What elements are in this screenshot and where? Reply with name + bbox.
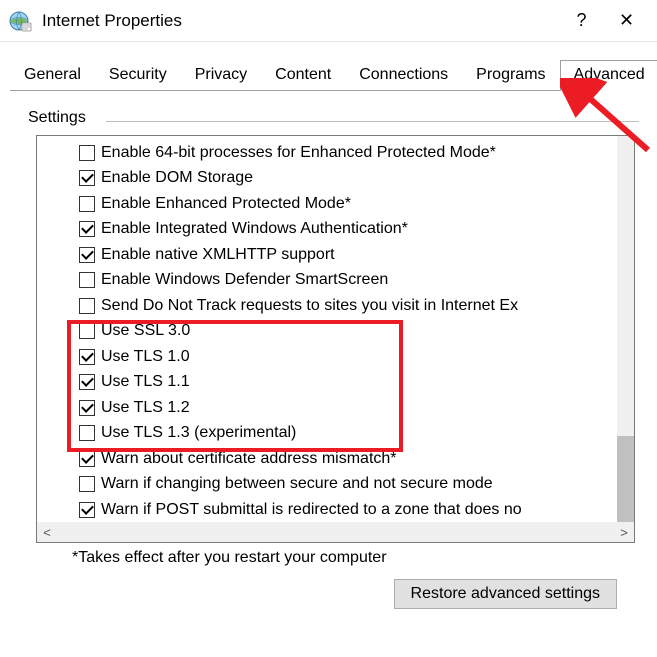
tab-content[interactable]: Content xyxy=(261,60,345,90)
list-item[interactable]: Enable Windows Defender SmartScreen xyxy=(37,268,617,294)
restore-advanced-settings-button[interactable]: Restore advanced settings xyxy=(394,579,617,609)
settings-footnote: *Takes effect after you restart your com… xyxy=(72,549,639,567)
scroll-right-icon[interactable]: > xyxy=(614,525,634,540)
list-item[interactable]: Use SSL 3.0 xyxy=(37,319,617,345)
list-item-label: Use TLS 1.3 (experimental) xyxy=(101,424,296,442)
list-item-label: Enable Integrated Windows Authentication… xyxy=(101,220,408,238)
tab-privacy[interactable]: Privacy xyxy=(181,60,261,90)
checkbox[interactable] xyxy=(79,323,95,339)
list-item[interactable]: Enable 64-bit processes for Enhanced Pro… xyxy=(37,140,617,166)
list-item-label: Use TLS 1.2 xyxy=(101,399,190,417)
scroll-left-icon[interactable]: < xyxy=(37,525,57,540)
list-item-label: Warn if POST submittal is redirected to … xyxy=(101,501,522,519)
help-button[interactable]: ? xyxy=(559,0,604,41)
scrollbar-thumb-horizontal[interactable] xyxy=(57,522,614,542)
checkbox[interactable] xyxy=(79,298,95,314)
list-item[interactable]: Enable Enhanced Protected Mode* xyxy=(37,191,617,217)
checkbox[interactable] xyxy=(79,451,95,467)
list-item-label: Enable Enhanced Protected Mode* xyxy=(101,195,351,213)
scrollbar-thumb-vertical[interactable] xyxy=(617,436,634,526)
tab-general[interactable]: General xyxy=(10,60,95,90)
list-item[interactable]: Use TLS 1.1 xyxy=(37,370,617,396)
list-item-label: Warn if changing between secure and not … xyxy=(101,475,493,493)
tab-programs[interactable]: Programs xyxy=(462,60,559,90)
list-item[interactable]: Enable Integrated Windows Authentication… xyxy=(37,217,617,243)
checkbox[interactable] xyxy=(79,400,95,416)
list-item-label: Enable native XMLHTTP support xyxy=(101,246,335,264)
checkbox[interactable] xyxy=(79,272,95,288)
list-item[interactable]: Warn about certificate address mismatch* xyxy=(37,446,617,472)
list-item[interactable]: Send Do Not Track requests to sites you … xyxy=(37,293,617,319)
list-item-label: Enable Windows Defender SmartScreen xyxy=(101,271,388,289)
list-item[interactable]: Use TLS 1.0 xyxy=(37,344,617,370)
checkbox[interactable] xyxy=(79,145,95,161)
list-item-label: Enable DOM Storage xyxy=(101,169,253,187)
settings-list-box: Enable 64-bit processes for Enhanced Pro… xyxy=(36,135,635,543)
list-item-label: Send Do Not Track requests to sites you … xyxy=(101,297,518,315)
checkbox[interactable] xyxy=(79,502,95,518)
titlebar: Internet Properties ? ✕ xyxy=(0,0,657,42)
list-item[interactable]: Enable DOM Storage xyxy=(37,166,617,192)
tab-advanced[interactable]: Advanced xyxy=(560,60,657,91)
checkbox[interactable] xyxy=(79,247,95,263)
list-item[interactable]: Use TLS 1.2 xyxy=(37,395,617,421)
list-item[interactable]: Use TLS 1.3 (experimental) xyxy=(37,421,617,447)
window-title: Internet Properties xyxy=(42,11,559,31)
checkbox[interactable] xyxy=(79,476,95,492)
internet-options-icon xyxy=(8,9,32,33)
scrollbar-vertical[interactable] xyxy=(617,136,634,525)
list-item-label: Use TLS 1.1 xyxy=(101,373,190,391)
list-item-label: Use SSL 3.0 xyxy=(101,322,190,340)
list-item-label: Enable 64-bit processes for Enhanced Pro… xyxy=(101,144,496,162)
tab-connections[interactable]: Connections xyxy=(345,60,462,90)
settings-list[interactable]: Enable 64-bit processes for Enhanced Pro… xyxy=(37,136,617,522)
list-item-label: Use TLS 1.0 xyxy=(101,348,190,366)
list-item[interactable]: Warn if POST submittal is redirected to … xyxy=(37,497,617,522)
checkbox[interactable] xyxy=(79,349,95,365)
settings-group-label: Settings xyxy=(28,109,639,127)
list-item-label: Warn about certificate address mismatch* xyxy=(101,450,397,468)
content-area: Settings Enable 64-bit processes for Enh… xyxy=(0,91,657,609)
checkbox[interactable] xyxy=(79,425,95,441)
close-button[interactable]: ✕ xyxy=(604,0,649,41)
scrollbar-horizontal[interactable]: < > xyxy=(37,522,634,542)
checkbox[interactable] xyxy=(79,196,95,212)
tab-security[interactable]: Security xyxy=(95,60,181,90)
list-item[interactable]: Enable native XMLHTTP support xyxy=(37,242,617,268)
list-item[interactable]: Warn if changing between secure and not … xyxy=(37,472,617,498)
checkbox[interactable] xyxy=(79,374,95,390)
checkbox[interactable] xyxy=(79,170,95,186)
tab-strip: General Security Privacy Content Connect… xyxy=(10,60,647,91)
checkbox[interactable] xyxy=(79,221,95,237)
